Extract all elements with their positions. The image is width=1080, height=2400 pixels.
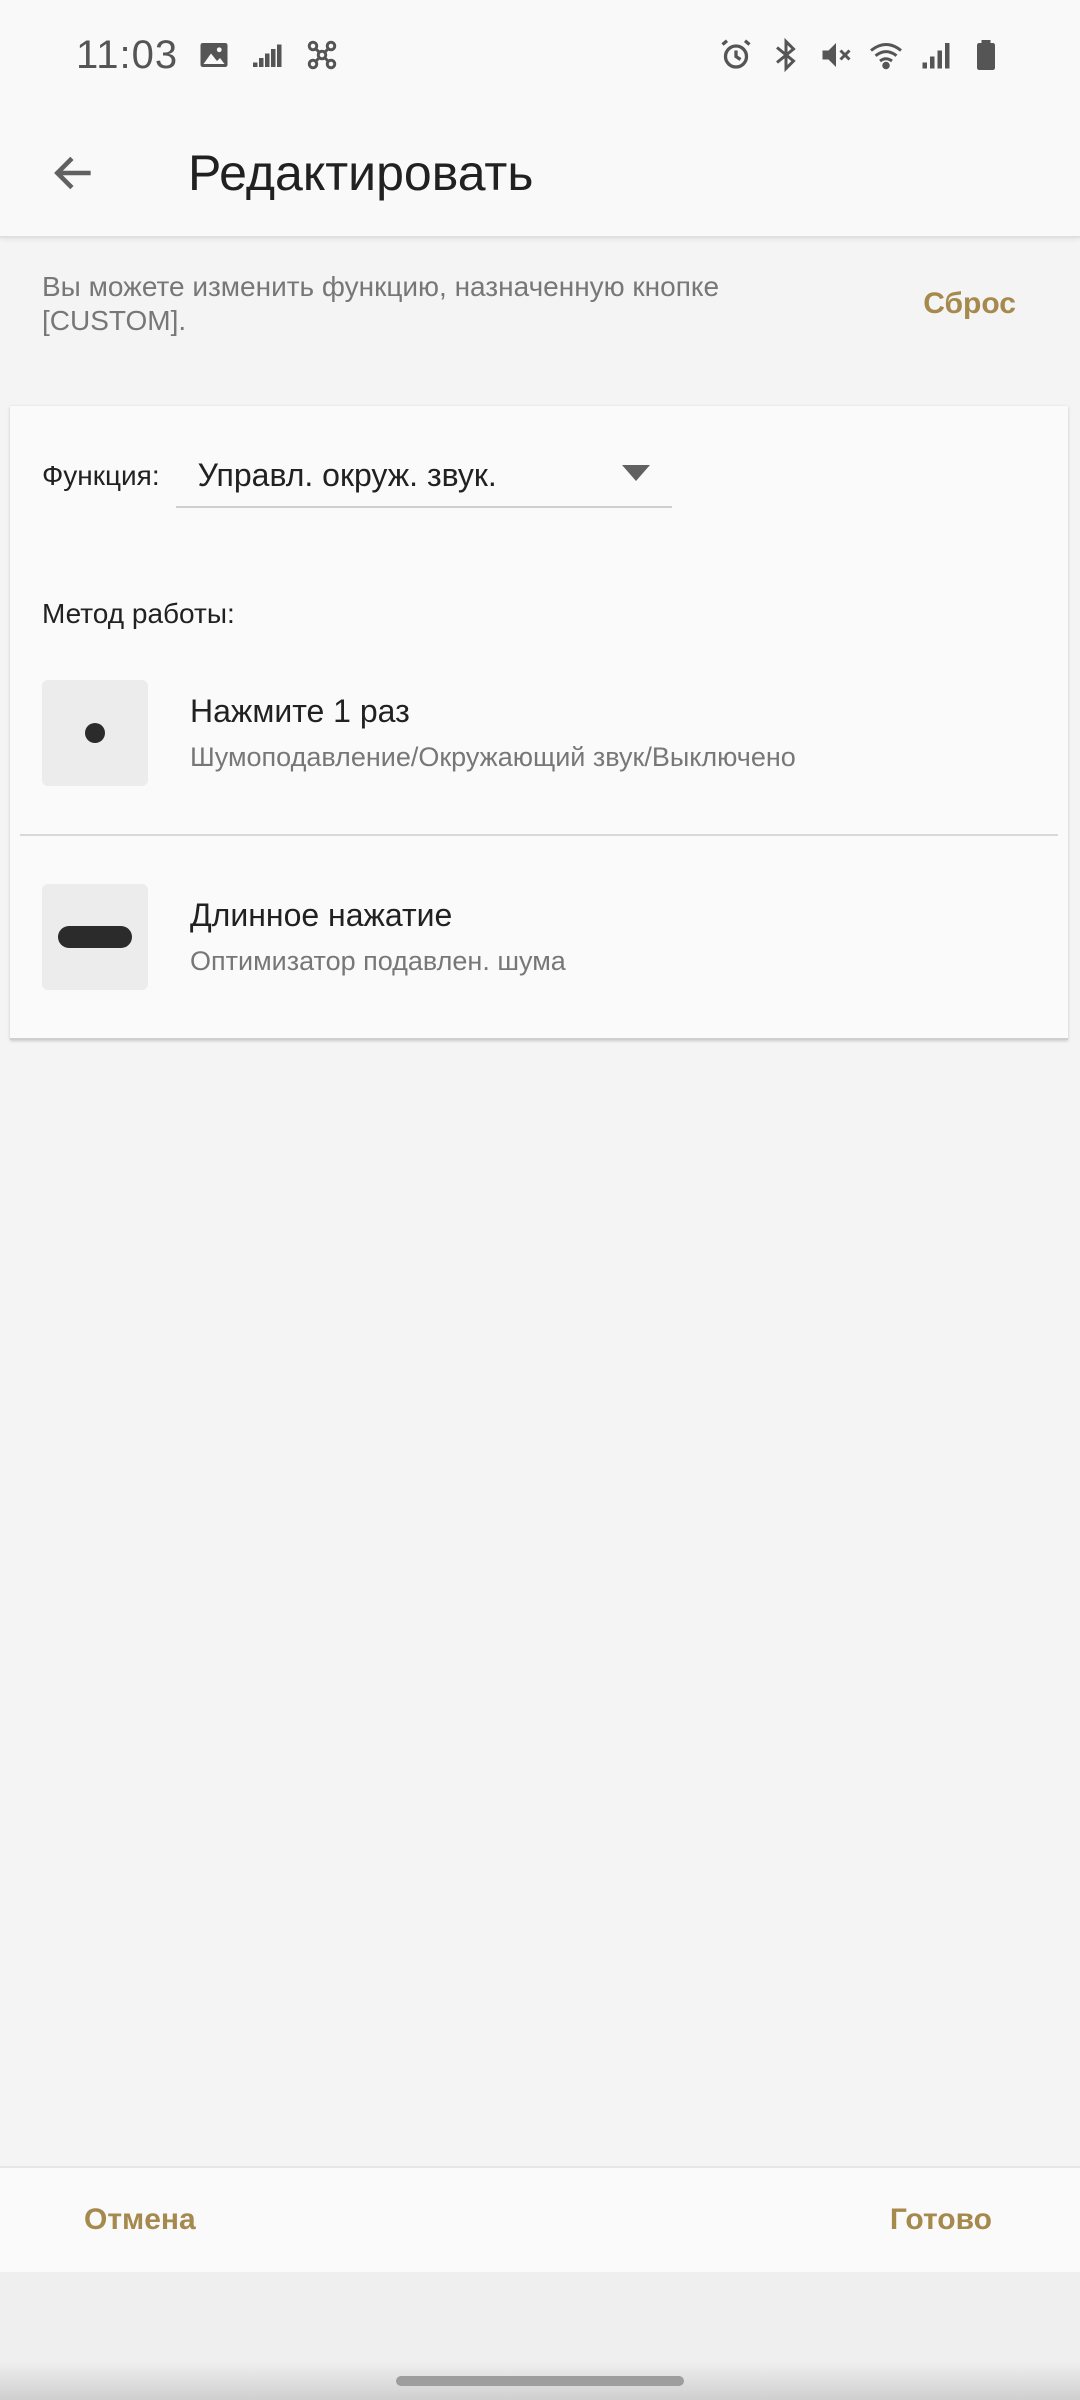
method-texts: Длинное нажатие Оптимизатор подавлен. шу… xyxy=(190,897,566,977)
dot-shape xyxy=(85,723,105,743)
method-subtitle: Шумоподавление/Окружающий звук/Выключено xyxy=(190,742,796,772)
status-bar: 11:03 xyxy=(0,0,1080,110)
status-left: 11:03 xyxy=(76,33,340,78)
home-gesture-handle[interactable] xyxy=(396,2376,684,2386)
method-label: Метод работы: xyxy=(42,598,235,629)
long-press-icon xyxy=(42,884,148,990)
app-bar: Редактировать xyxy=(0,110,1080,238)
dash-shape xyxy=(58,926,132,948)
method-texts: Нажмите 1 раз Шумоподавление/Окружающий … xyxy=(190,693,796,773)
done-button[interactable]: Готово xyxy=(890,2203,992,2237)
reset-button[interactable]: Сброс xyxy=(923,287,1038,321)
equalizer-icon xyxy=(250,37,286,73)
method-title: Нажмите 1 раз xyxy=(190,693,410,729)
single-press-icon xyxy=(42,680,148,786)
status-time: 11:03 xyxy=(76,32,179,77)
method-subtitle: Оптимизатор подавлен. шума xyxy=(190,946,566,976)
wifi-icon xyxy=(868,37,904,73)
description-row: Вы можете изменить функцию, назначенную … xyxy=(0,270,1080,338)
network-icon xyxy=(304,37,340,73)
function-value: Управл. окруж. звук. xyxy=(197,456,497,493)
page-title: Редактировать xyxy=(188,145,534,201)
dropdown-arrow-icon xyxy=(620,463,652,488)
battery-icon xyxy=(968,37,1004,73)
method-title: Длинное нажатие xyxy=(190,897,453,933)
image-icon xyxy=(196,37,232,73)
divider xyxy=(20,834,1058,836)
bluetooth-icon xyxy=(768,37,804,73)
alarm-icon xyxy=(718,37,754,73)
arrow-left-icon xyxy=(54,156,91,190)
mute-icon xyxy=(818,37,854,73)
function-dropdown[interactable]: Управл. окруж. звук. xyxy=(175,444,672,508)
function-row: Функция: Управл. окруж. звук. xyxy=(42,444,672,508)
signal-icon xyxy=(918,37,954,73)
settings-card: Функция: Управл. окруж. звук. Метод рабо… xyxy=(10,406,1068,1040)
bottom-action-bar: Отмена Готово xyxy=(0,2166,1080,2272)
status-right xyxy=(718,37,1004,73)
method-item-long-press: Длинное нажатие Оптимизатор подавлен. шу… xyxy=(42,884,566,990)
description-text: Вы можете изменить функцию, назначенную … xyxy=(42,271,720,336)
function-label: Функция: xyxy=(42,460,160,491)
navigation-bar xyxy=(0,2272,1080,2400)
method-item-single-press: Нажмите 1 раз Шумоподавление/Окружающий … xyxy=(42,680,796,786)
back-button[interactable] xyxy=(14,109,134,237)
cancel-button[interactable]: Отмена xyxy=(84,2203,196,2237)
